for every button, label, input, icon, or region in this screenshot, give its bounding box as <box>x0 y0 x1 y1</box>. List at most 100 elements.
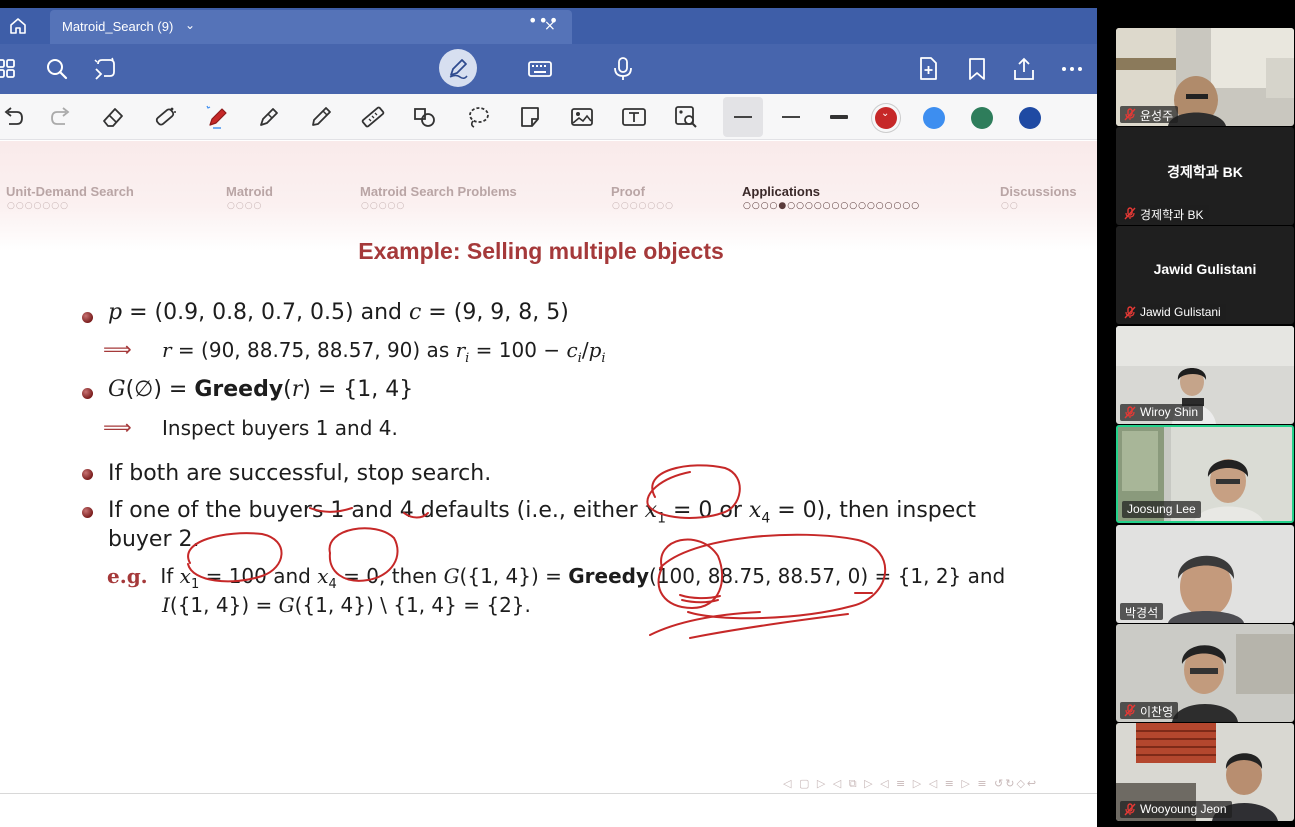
implies-arrow-icon: ⟹ <box>103 337 132 361</box>
participant-tile[interactable]: 이찬영 <box>1116 624 1294 722</box>
bullet-2-sub-text: Inspect buyers 1 and 4. <box>162 416 398 440</box>
search-icon[interactable] <box>44 56 70 82</box>
bullet-icon <box>82 388 93 399</box>
home-button[interactable] <box>0 8 36 44</box>
thin-line-button[interactable] <box>723 97 763 137</box>
textbox-icon[interactable] <box>621 104 647 130</box>
lasso-capture-icon[interactable] <box>92 56 118 82</box>
thick-line-button[interactable] <box>830 115 848 119</box>
sticker-icon[interactable] <box>517 104 543 130</box>
color-lightblue-swatch[interactable] <box>923 107 945 129</box>
slide-title: Example: Selling multiple objects <box>358 238 724 264</box>
lasso-icon[interactable] <box>465 104 491 130</box>
document-tab[interactable]: Matroid_Search (9) ⌄ ••• × <box>50 10 572 44</box>
bullet-4-text: If one of the buyers 1 and 4 defaults (i… <box>108 498 977 527</box>
participant-display-name: 경제학과 BK <box>1167 164 1243 180</box>
color-green-swatch[interactable] <box>971 107 993 129</box>
participant-name-tag: 윤성주 <box>1120 106 1179 123</box>
participant-tile[interactable]: 경제학과 BK 경제학과 BK <box>1116 127 1294 225</box>
share-icon[interactable] <box>1011 56 1037 82</box>
nav-section-matroid-search[interactable]: Matroid Search Problems <box>360 184 517 199</box>
mic-muted-icon <box>1124 108 1136 121</box>
participant-name-tag: 경제학과 BK <box>1120 205 1209 222</box>
bullet-icon <box>82 469 93 480</box>
image-search-icon[interactable] <box>673 104 699 130</box>
bullet-icon <box>82 507 93 518</box>
bullet-1-sub-text: r = (90, 88.75, 88.57, 90) as ri = 100 −… <box>162 338 606 366</box>
participant-tile[interactable]: Jawid Gulistani Jawid Gulistani <box>1116 226 1294 324</box>
home-icon <box>10 18 26 34</box>
participant-tile-active-speaker[interactable]: Joosung Lee <box>1116 425 1294 523</box>
more-icon[interactable] <box>1059 56 1085 82</box>
beamer-navigation-controls[interactable]: ◁ ▢ ▷ ◁ ⧉ ▷ ◁ ≡ ▷ ◁ ≡ ▷ ≡ ↺↻◇↩ <box>783 777 1038 791</box>
grid-icon[interactable] <box>0 56 20 82</box>
tape-icon[interactable] <box>152 104 178 130</box>
participant-tile[interactable]: 윤성주 <box>1116 28 1294 126</box>
redo-icon[interactable] <box>48 104 74 130</box>
participant-tile[interactable]: 박경석 <box>1116 525 1294 623</box>
example-text: e.g. If x1 = 100 and x4 = 0, then G({1, … <box>107 564 1006 592</box>
color-navy-swatch[interactable] <box>1019 107 1041 129</box>
slide-page[interactable]: Unit-Demand Search ○○○○○○○ Matroid ○○○○ … <box>0 141 1097 793</box>
nav-dots-proof[interactable]: ○○○○○○○ <box>612 201 674 211</box>
participant-display-name: Jawid Gulistani <box>1153 261 1257 277</box>
mic-muted-icon <box>1124 406 1136 419</box>
slide-header-band <box>0 141 1097 251</box>
nav-dots-matroid[interactable]: ○○○○ <box>227 201 262 211</box>
pen-icon[interactable] <box>204 104 230 130</box>
bullet-2-text: G(∅) = Greedy(r) = {1, 4} <box>108 377 414 402</box>
participant-name-tag: Joosung Lee <box>1122 501 1201 518</box>
undo-icon[interactable] <box>0 104 26 130</box>
nav-section-unit-demand[interactable]: Unit-Demand Search <box>6 184 134 199</box>
mic-muted-icon <box>1124 704 1136 717</box>
participant-name-tag: Wiroy Shin <box>1120 404 1204 421</box>
drawing-toolbar: ⌄ <box>0 94 1097 140</box>
tab-bar: Matroid_Search (9) ⌄ ••• × <box>0 8 1097 44</box>
ruler-icon[interactable] <box>360 104 386 130</box>
nav-section-discussions[interactable]: Discussions <box>1000 184 1077 199</box>
screen: Matroid_Search (9) ⌄ ••• × ⌄ Unit-Demand… <box>0 0 1295 827</box>
participant-name-tag: 이찬영 <box>1120 702 1179 719</box>
image-icon[interactable] <box>569 104 595 130</box>
chevron-down-icon[interactable]: ⌄ <box>185 18 195 32</box>
mic-muted-icon <box>1124 306 1136 319</box>
nav-dots-discussions[interactable]: ○○ <box>1001 201 1019 211</box>
keyboard-icon[interactable] <box>527 56 553 82</box>
color-red-swatch[interactable]: ⌄ <box>875 107 897 129</box>
participant-name-tag: Jawid Gulistani <box>1120 304 1226 321</box>
participant-name-tag: Wooyoung Jeon <box>1120 801 1232 818</box>
chevron-down-icon: ⌄ <box>881 108 890 119</box>
pencil-icon[interactable] <box>308 104 334 130</box>
mic-muted-icon <box>1124 803 1136 816</box>
bullet-4-text-cont: buyer 2. <box>108 527 200 552</box>
tab-title: Matroid_Search (9) <box>62 19 174 34</box>
add-page-icon[interactable] <box>915 56 941 82</box>
implies-arrow-icon: ⟹ <box>103 415 132 439</box>
participants-panel: 윤성주 경제학과 BK 경제학과 BK Jawid Gulistani Jawi… <box>1116 28 1294 825</box>
microphone-icon[interactable] <box>610 56 636 82</box>
example-text-cont: I({1, 4}) = G({1, 4}) \ {1, 4} = {2}. <box>162 593 531 617</box>
participant-tile[interactable]: Wooyoung Jeon <box>1116 723 1294 821</box>
notes-app: Matroid_Search (9) ⌄ ••• × ⌄ Unit-Demand… <box>0 8 1097 827</box>
bookmark-icon[interactable] <box>964 56 990 82</box>
highlighter-icon[interactable] <box>256 104 282 130</box>
bullet-1-text: p = (0.9, 0.8, 0.7, 0.5) and c = (9, 9, … <box>108 300 569 325</box>
nav-dots-matroid-search[interactable]: ○○○○○ <box>361 201 405 211</box>
close-icon[interactable]: × <box>544 18 556 34</box>
nav-section-applications[interactable]: Applications <box>742 184 820 199</box>
primary-toolbar <box>0 44 1097 94</box>
medium-line-button[interactable] <box>782 116 800 118</box>
thin-line-icon <box>734 116 752 118</box>
eraser-icon[interactable] <box>100 104 126 130</box>
mic-muted-icon <box>1124 207 1136 220</box>
nav-section-matroid[interactable]: Matroid <box>226 184 273 199</box>
nav-dots-applications[interactable]: ○○○○●○○○○○○○○○○○○○○○ <box>743 201 920 211</box>
participant-tile[interactable]: Wiroy Shin <box>1116 326 1294 424</box>
page-gap <box>0 793 1097 827</box>
pen-mode-button[interactable] <box>439 49 477 87</box>
nav-section-proof[interactable]: Proof <box>611 184 645 199</box>
bullet-3-text: If both are successful, stop search. <box>108 461 492 486</box>
nav-dots-unit-demand[interactable]: ○○○○○○○ <box>7 201 69 211</box>
shapes-icon[interactable] <box>412 104 438 130</box>
pen-mode-icon <box>449 59 468 80</box>
